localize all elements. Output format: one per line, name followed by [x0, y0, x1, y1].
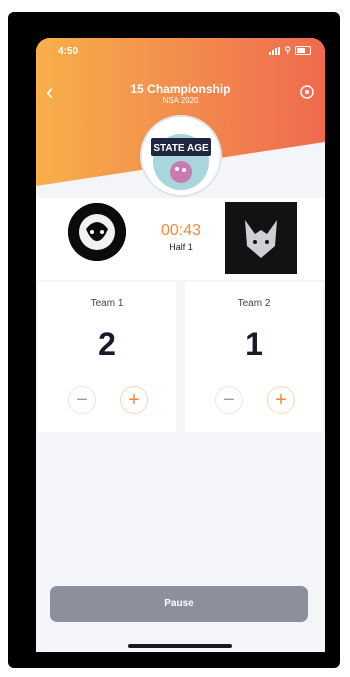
team-2-logo	[225, 202, 297, 274]
team-1-card: Team 1 2 − +	[38, 282, 176, 432]
status-time: 4:50	[58, 46, 79, 57]
home-indicator	[128, 644, 232, 648]
status-icons: ⚲	[269, 45, 311, 56]
status-bar: 4:50 ⚲	[36, 38, 325, 66]
minus-icon: −	[76, 389, 88, 411]
match-period: Half 1	[169, 242, 193, 252]
team-1-increment-button[interactable]: +	[120, 386, 148, 414]
team-2-score: 1	[245, 326, 263, 362]
match-timer: 00:43	[160, 222, 202, 239]
team-2-decrement-button[interactable]: −	[215, 386, 243, 414]
team-1-score: 2	[98, 326, 116, 362]
page-subtitle: NSA 2020	[162, 96, 199, 105]
minus-icon: −	[223, 389, 235, 411]
logo-text: STATE AGE	[153, 143, 209, 154]
wifi-icon: ⚲	[284, 45, 291, 55]
battery-icon	[295, 46, 311, 55]
plus-icon: +	[275, 389, 287, 411]
team-2-increment-button[interactable]: +	[267, 386, 295, 414]
team-1-logo	[68, 203, 126, 261]
championship-logo: STATE AGE	[140, 115, 222, 197]
team-1-name: Team 1	[90, 298, 124, 309]
app-screen: 4:50 ⚲ ‹ 15 Championship NSA 2020 STATE …	[36, 38, 325, 652]
pause-button[interactable]: Pause	[50, 586, 308, 622]
gear-icon	[300, 85, 314, 99]
signal-icon	[269, 46, 281, 55]
team-1-decrement-button[interactable]: −	[68, 386, 96, 414]
plus-icon: +	[128, 389, 140, 411]
settings-button[interactable]	[299, 84, 315, 100]
team-2-card: Team 2 1 − +	[185, 282, 323, 432]
team-2-name: Team 2	[237, 298, 271, 309]
page-title: 15 Championship	[130, 82, 231, 96]
